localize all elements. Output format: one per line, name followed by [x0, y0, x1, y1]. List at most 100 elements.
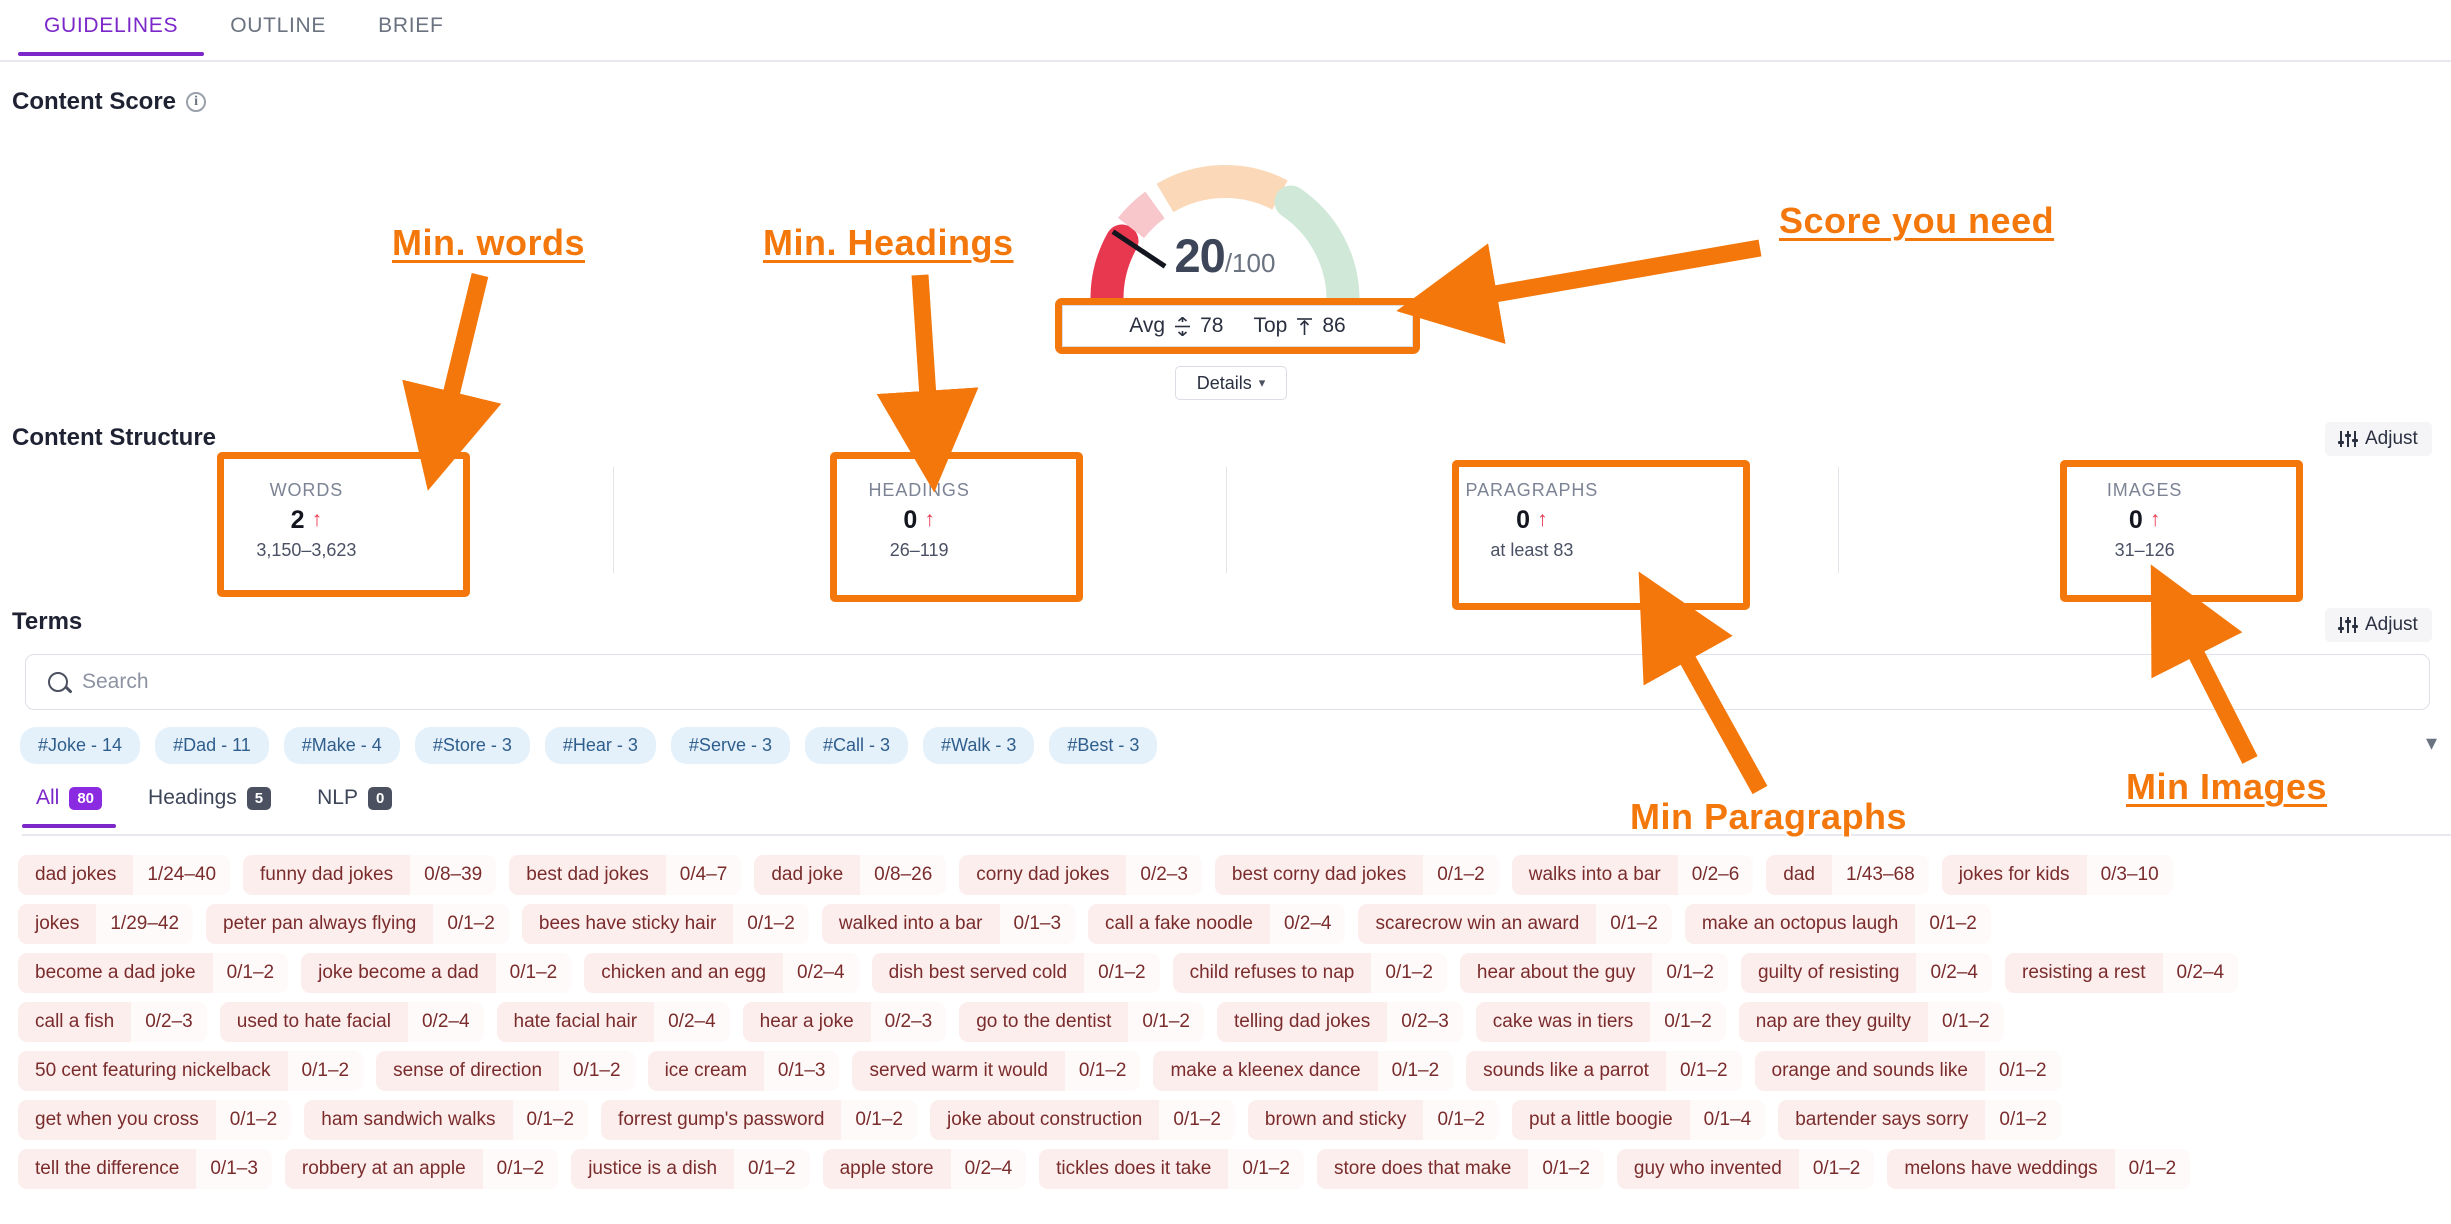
top-label: Top — [1253, 314, 1288, 337]
subtab-headings[interactable]: Headings 5 — [134, 782, 285, 826]
term-pill-count: 0/2–4 — [654, 1002, 730, 1042]
term-pill[interactable]: ham sandwich walks 0/1–2 — [304, 1100, 589, 1140]
term-pill[interactable]: apple store 0/2–4 — [822, 1149, 1027, 1189]
subtab-nlp[interactable]: NLP 0 — [303, 782, 406, 826]
term-chip[interactable]: #Make - 4 — [283, 727, 400, 764]
term-chip[interactable]: #Best - 3 — [1049, 727, 1158, 764]
term-row: jokes 1/29–42 peter pan always flying 0/1–2… — [18, 904, 2443, 944]
avg-top-highlight-box: Avg 78 Top 86 — [1055, 298, 1420, 354]
term-row: become a dad joke 0/1–2 joke become a dad 0… — [18, 953, 2443, 993]
term-pill[interactable]: dad 1/43–68 — [1766, 855, 1929, 895]
annotation-score-you-need: Score you need — [1779, 200, 2055, 241]
term-pill-count: 0/3–10 — [2086, 855, 2173, 895]
term-chip[interactable]: #Store - 3 — [414, 727, 530, 764]
term-pill-label: cake was in tiers — [1492, 1011, 1634, 1032]
term-pill[interactable]: dish best served cold 0/1–2 — [871, 953, 1160, 993]
term-pill[interactable]: hate facial hair 0/2–4 — [496, 1002, 730, 1042]
term-pill-label: make an octopus laugh — [1701, 913, 1899, 934]
term-pill[interactable]: call a fish 0/2–3 — [18, 1002, 207, 1042]
term-pill[interactable]: scarecrow win an award 0/1–2 — [1358, 904, 1672, 944]
terms-heading: Terms — [12, 608, 82, 636]
term-pill[interactable]: funny dad jokes 0/8–39 — [243, 855, 497, 895]
search-input[interactable] — [82, 670, 2407, 694]
tab-outline[interactable]: OUTLINE — [204, 0, 352, 54]
term-pill[interactable]: melons have weddings 0/1–2 — [1887, 1149, 2191, 1189]
term-pill[interactable]: telling dad jokes 0/2–3 — [1216, 1002, 1463, 1042]
term-pill[interactable]: cake was in tiers 0/1–2 — [1475, 1002, 1726, 1042]
term-pill[interactable]: forrest gump's password 0/1–2 — [601, 1100, 917, 1140]
updown-arrow-icon — [1175, 316, 1191, 336]
expand-chips-chevron-icon[interactable]: ▾ — [2426, 730, 2437, 756]
term-pill[interactable]: nap are they guilty 0/1–2 — [1738, 1002, 2004, 1042]
info-icon[interactable]: i — [186, 92, 207, 112]
term-pill-label: telling dad jokes — [1233, 1011, 1371, 1032]
adjust-structure-button[interactable]: Adjust — [2325, 422, 2432, 456]
term-pill-count: 0/1–2 — [1377, 1051, 1454, 1091]
term-pill[interactable]: child refuses to nap 0/1–2 — [1172, 953, 1447, 993]
term-pill[interactable]: joke become a dad 0/1–2 — [301, 953, 572, 993]
term-pill[interactable]: bees have sticky hair 0/1–2 — [521, 904, 809, 944]
term-pill[interactable]: brown and sticky 0/1–2 — [1247, 1100, 1499, 1140]
highlight-box-paragraphs — [1452, 460, 1750, 610]
term-pill[interactable]: served warm it would 0/1–2 — [852, 1051, 1141, 1091]
term-pill[interactable]: bartender says sorry 0/1–2 — [1778, 1100, 2061, 1140]
term-pill[interactable]: tell the difference 0/1–3 — [18, 1149, 272, 1189]
term-pill-count: 0/1–2 — [841, 1100, 917, 1140]
term-pill[interactable]: dad jokes 1/24–40 — [18, 855, 231, 895]
term-pill[interactable]: walked into a bar 0/1–3 — [821, 904, 1076, 944]
term-pill[interactable]: sounds like a parrot 0/1–2 — [1466, 1051, 1742, 1091]
term-pill[interactable]: 50 cent featuring nickelback 0/1–2 — [18, 1051, 364, 1091]
term-pill[interactable]: hear about the guy 0/1–2 — [1459, 953, 1728, 993]
term-pill-count: 0/1–4 — [1689, 1100, 1766, 1140]
term-pill[interactable]: robbery at an apple 0/1–2 — [284, 1149, 559, 1189]
term-chip[interactable]: #Dad - 11 — [155, 727, 269, 764]
term-pill[interactable]: orange and sounds like 0/1–2 — [1754, 1051, 2061, 1091]
term-pill-count: 0/1–2 — [1423, 855, 1499, 895]
term-pill[interactable]: chicken and an egg 0/2–4 — [584, 953, 859, 993]
term-pill[interactable]: tickles does it take 0/1–2 — [1039, 1149, 1304, 1189]
term-pill[interactable]: guy who invented 0/1–2 — [1616, 1149, 1875, 1189]
term-pill-label: corny dad jokes — [976, 864, 1110, 885]
term-pill[interactable]: make an octopus laugh 0/1–2 — [1684, 904, 1991, 944]
term-pill[interactable]: go to the dentist 0/1–2 — [959, 1002, 1204, 1042]
term-pill[interactable]: put a little boogie 0/1–4 — [1511, 1100, 1766, 1140]
term-pill-label: go to the dentist — [976, 1011, 1112, 1032]
term-pill[interactable]: guilty of resisting 0/2–4 — [1740, 953, 1992, 993]
term-pill[interactable]: get when you cross 0/1–2 — [18, 1100, 292, 1140]
term-pill[interactable]: jokes for kids 0/3–10 — [1941, 855, 2173, 895]
adjust-terms-button[interactable]: Adjust — [2325, 608, 2432, 642]
term-pill[interactable]: peter pan always flying 0/1–2 — [206, 904, 509, 944]
term-pill[interactable]: best dad jokes 0/4–7 — [509, 855, 742, 895]
term-pill[interactable]: become a dad joke 0/1–2 — [18, 953, 289, 993]
tab-guidelines[interactable]: GUIDELINES — [18, 0, 205, 56]
term-pill[interactable]: make a kleenex dance 0/1–2 — [1153, 1051, 1454, 1091]
term-pill[interactable]: ice cream 0/1–3 — [647, 1051, 840, 1091]
term-pill[interactable]: jokes 1/29–42 — [18, 904, 194, 944]
term-pill[interactable]: dad joke 0/8–26 — [754, 855, 947, 895]
term-chip[interactable]: #Joke - 14 — [20, 727, 141, 764]
details-button[interactable]: Details ▾ — [1175, 366, 1287, 400]
term-pill[interactable]: sense of direction 0/1–2 — [376, 1051, 635, 1091]
term-pill-label: joke about construction — [946, 1109, 1143, 1130]
subtab-all[interactable]: All 80 — [22, 782, 117, 828]
term-pill[interactable]: used to hate facial 0/2–4 — [219, 1002, 484, 1042]
term-pill[interactable]: store does that make 0/1–2 — [1316, 1149, 1604, 1189]
subtab-all-count: 80 — [69, 786, 103, 810]
term-pill[interactable]: resisting a rest 0/2–4 — [2005, 953, 2239, 993]
term-chip[interactable]: #Serve - 3 — [670, 727, 790, 764]
term-pill[interactable]: walks into a bar 0/2–6 — [1511, 855, 1754, 895]
term-chip[interactable]: #Hear - 3 — [544, 727, 656, 764]
term-pill[interactable]: joke about construction 0/1–2 — [929, 1100, 1235, 1140]
term-pill-label: chicken and an egg — [601, 962, 767, 983]
term-pill[interactable]: best corny dad jokes 0/1–2 — [1214, 855, 1499, 895]
term-pill[interactable]: corny dad jokes 0/2–3 — [959, 855, 1202, 895]
tab-brief[interactable]: BRIEF — [352, 0, 469, 54]
term-pill[interactable]: hear a joke 0/2–3 — [742, 1002, 947, 1042]
term-pill-label: call a fish — [35, 1011, 115, 1032]
term-pill[interactable]: justice is a dish 0/1–2 — [571, 1149, 810, 1189]
term-pill[interactable]: call a fake noodle 0/2–4 — [1088, 904, 1346, 944]
term-pill-label: sense of direction — [393, 1060, 543, 1081]
terms-search-box[interactable] — [25, 654, 2430, 710]
term-chip[interactable]: #Walk - 3 — [923, 727, 1035, 764]
term-chip[interactable]: #Call - 3 — [804, 727, 908, 764]
